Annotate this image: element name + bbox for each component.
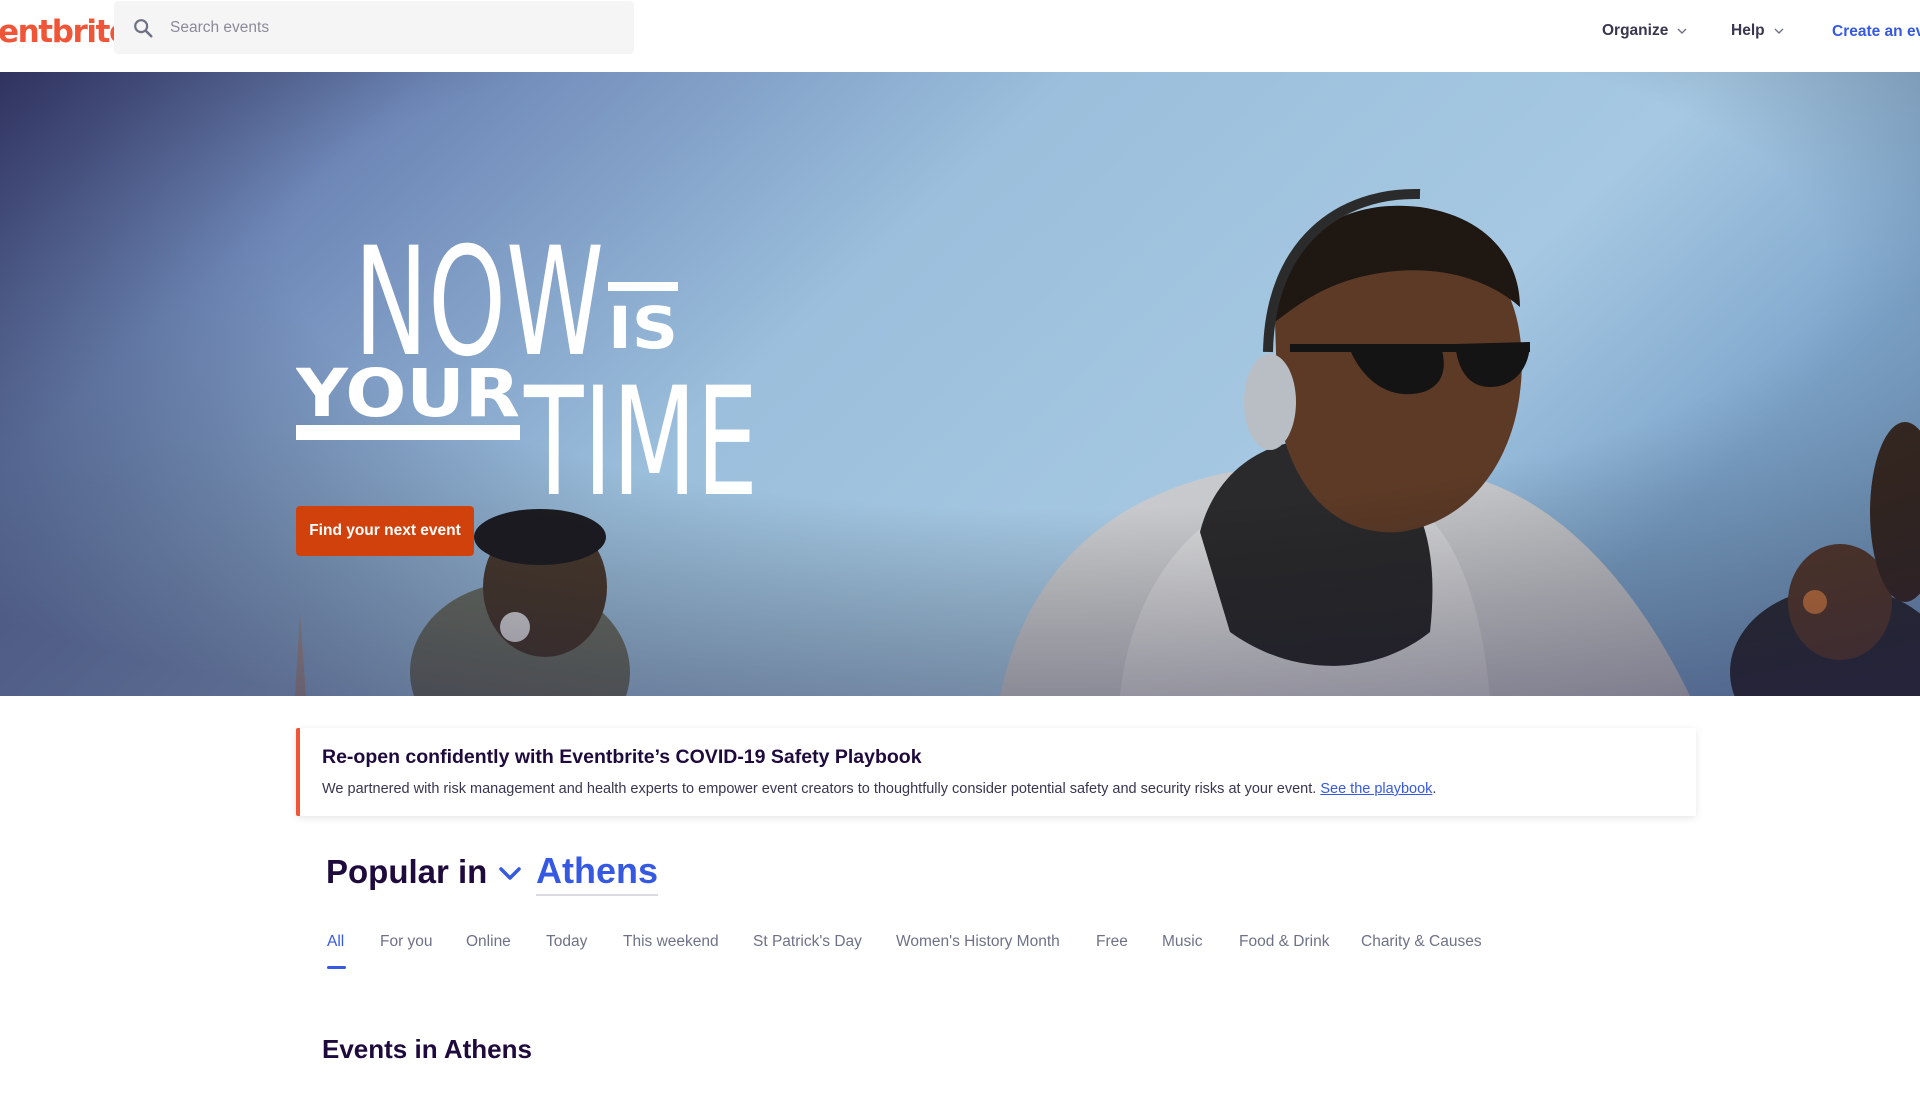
organize-menu[interactable]: Organize — [1602, 22, 1688, 40]
organize-label: Organize — [1602, 22, 1669, 39]
events-section-title: Events in Athens — [322, 1034, 532, 1064]
banner-body: We partnered with risk management and he… — [322, 781, 1321, 797]
covid-safety-banner: Re-open confidently with Eventbrite’s CO… — [296, 728, 1696, 816]
svg-text:IS: IS — [608, 294, 678, 362]
search-input[interactable] — [170, 1, 610, 54]
tab-charity-causes[interactable]: Charity & Causes — [1361, 933, 1482, 951]
popular-in-heading: Popular in — [326, 853, 487, 891]
svg-text:TIME: TIME — [523, 356, 758, 498]
search-icon — [134, 19, 153, 38]
chevron-down-icon — [1774, 28, 1784, 34]
location-picker[interactable]: Athens — [536, 850, 658, 896]
banner-title: Re-open confidently with Eventbrite’s CO… — [322, 746, 922, 768]
hero-photo — [0, 72, 1920, 696]
playbook-link[interactable]: See the playbook — [1320, 781, 1432, 797]
hero-banner: NOW IS YOUR TIME Find your next event — [0, 72, 1920, 696]
tab-online[interactable]: Online — [466, 933, 511, 951]
find-event-button[interactable]: Find your next event — [296, 506, 474, 556]
help-menu[interactable]: Help — [1731, 22, 1785, 40]
tab-free[interactable]: Free — [1096, 933, 1128, 951]
tab-today[interactable]: Today — [546, 933, 587, 951]
tab-this-weekend[interactable]: This weekend — [623, 933, 719, 951]
tab-for-you[interactable]: For you — [380, 933, 433, 951]
hero-headline: NOW IS YOUR TIME — [296, 228, 758, 498]
tab-music[interactable]: Music — [1162, 933, 1202, 951]
help-label: Help — [1731, 22, 1765, 39]
banner-text: We partnered with risk management and he… — [322, 781, 1436, 797]
tab-st-patricks-day[interactable]: St Patrick's Day — [753, 933, 862, 951]
chevron-down-icon — [1677, 28, 1687, 34]
svg-text:YOUR: YOUR — [296, 355, 520, 432]
tab-womens-history-month[interactable]: Women's History Month — [896, 933, 1060, 951]
eventbrite-logo[interactable]: entbrite — [0, 14, 130, 50]
banner-suffix: . — [1432, 781, 1437, 797]
tab-all[interactable]: All — [327, 933, 344, 951]
popular-label: Popular in — [326, 853, 488, 890]
active-tab-indicator — [327, 966, 346, 969]
top-navbar: entbrite Organize Help Create an eve — [0, 0, 1920, 72]
create-event-link[interactable]: Create an eve — [1832, 23, 1920, 41]
tab-food-drink[interactable]: Food & Drink — [1239, 933, 1329, 951]
search-bar[interactable] — [114, 1, 634, 54]
chevron-down-icon[interactable] — [496, 860, 524, 888]
